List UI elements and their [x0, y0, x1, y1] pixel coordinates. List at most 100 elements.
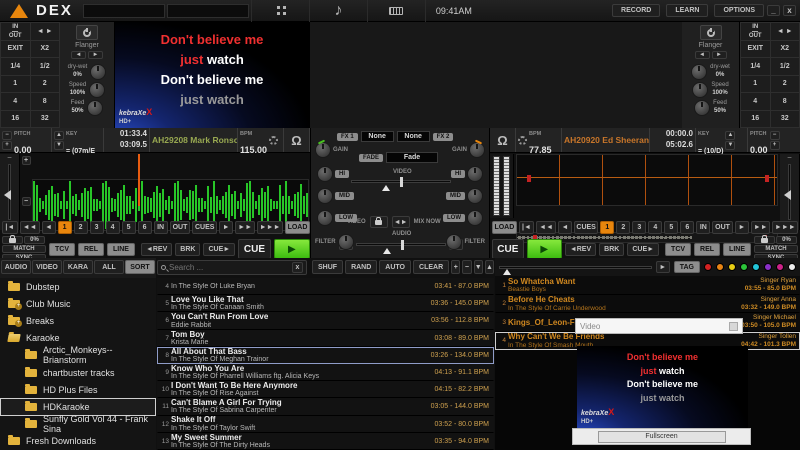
- loop-x2-button[interactable]: X2: [771, 41, 800, 58]
- deck-b-mid-knob[interactable]: MID: [446, 188, 483, 204]
- loop-in-out-button[interactable]: INOUT: [741, 23, 770, 40]
- tag-color-white[interactable]: [788, 263, 796, 271]
- key-up-button[interactable]: ▲: [54, 131, 64, 140]
- cue-play-button[interactable]: CUE►: [627, 243, 659, 256]
- line-button[interactable]: LINE: [723, 243, 751, 256]
- loop-4-button[interactable]: 4: [1, 93, 30, 110]
- cue-2-button[interactable]: 2: [74, 221, 88, 234]
- rewind-button[interactable]: ◄◄: [536, 221, 556, 234]
- minimize-button[interactable]: _: [767, 5, 780, 16]
- deck-layout-icon[interactable]: [251, 0, 309, 22]
- brake-button[interactable]: BRK: [175, 243, 200, 256]
- clear-search-button[interactable]: x: [292, 262, 303, 273]
- folder-item[interactable]: HD Plus Files: [0, 381, 156, 398]
- tab-video[interactable]: VIDEO: [32, 260, 62, 274]
- move-down-button[interactable]: ▼: [474, 260, 483, 274]
- step-fwd-button[interactable]: ►: [735, 221, 749, 234]
- reverse-button[interactable]: ◄REV: [141, 243, 172, 256]
- cue-out-button[interactable]: OUT: [170, 221, 191, 234]
- cue-in-button[interactable]: IN: [696, 221, 710, 234]
- tcv-button[interactable]: TCV: [49, 243, 75, 256]
- fast-fwd-button[interactable]: ►►: [751, 221, 771, 234]
- keylock-button[interactable]: [754, 236, 775, 244]
- tag-color-red[interactable]: [704, 263, 712, 271]
- fx2-selected[interactable]: None: [397, 131, 430, 142]
- tab-kara[interactable]: KARA: [63, 260, 93, 274]
- keylock-button[interactable]: [2, 236, 23, 244]
- cue-2-button[interactable]: 2: [616, 221, 630, 234]
- fullscreen-button[interactable]: Fullscreen: [598, 431, 726, 443]
- keyboard-icon[interactable]: [367, 0, 425, 22]
- video-crossfader[interactable]: [351, 180, 451, 183]
- folder-item[interactable]: Fresh Downloads: [0, 433, 156, 450]
- table-row[interactable]: 4 In The Style Of Luke Bryan 03:41 - 87.…: [157, 278, 494, 295]
- tab-audio[interactable]: AUDIO: [1, 260, 31, 274]
- tag-color-orange[interactable]: [716, 263, 724, 271]
- cues-button[interactable]: CUES: [192, 221, 217, 234]
- loop-8-button[interactable]: 8: [771, 93, 800, 110]
- queue-slider[interactable]: [499, 266, 652, 269]
- add-track-button[interactable]: +: [451, 260, 460, 274]
- zoom-out-button[interactable]: −: [22, 197, 31, 206]
- pitch-minus-button[interactable]: −: [770, 131, 780, 140]
- cue-1-button[interactable]: 1: [58, 221, 72, 234]
- feed-knob[interactable]: [87, 100, 103, 116]
- fx2-button[interactable]: FX 2: [433, 133, 454, 141]
- fast-fwd-button[interactable]: ►►: [235, 221, 255, 234]
- deck-a-headphone-cue[interactable]: Ω: [284, 128, 310, 152]
- cue-3-button[interactable]: 3: [90, 221, 104, 234]
- tag-color-yellow[interactable]: [728, 263, 736, 271]
- load-button[interactable]: LOAD: [285, 221, 310, 234]
- video-swap-button[interactable]: ◄►: [392, 216, 410, 228]
- queue-play-button[interactable]: ►: [656, 261, 670, 273]
- rewind-button[interactable]: ◄◄: [20, 221, 40, 234]
- tag-color-cyan[interactable]: [752, 263, 760, 271]
- skip-end-button[interactable]: ►►►: [772, 221, 798, 234]
- loop-32-button[interactable]: 32: [771, 111, 800, 128]
- clear-button[interactable]: CLEAR: [413, 260, 449, 274]
- loop-half-button[interactable]: 1/2: [31, 58, 60, 75]
- cue-4-button[interactable]: 4: [648, 221, 662, 234]
- table-row[interactable]: 11 Can't Blame A Girl For Trying In The …: [157, 398, 494, 415]
- fx-power-button[interactable]: [700, 25, 722, 40]
- loop-1-button[interactable]: 1: [1, 76, 30, 93]
- tab-all[interactable]: ALL: [94, 260, 124, 274]
- tag-color-green[interactable]: [740, 263, 748, 271]
- table-row[interactable]: 13 My Sweet Summer In The Style Of The D…: [157, 433, 494, 450]
- loop-32-button[interactable]: 32: [31, 111, 60, 128]
- table-row[interactable]: 8 All About That Bass In The Style Of Me…: [157, 347, 494, 364]
- tag-color-magenta[interactable]: [776, 263, 784, 271]
- folder-item[interactable]: Club Music: [0, 295, 156, 312]
- loop-in-out-button[interactable]: INOUT: [1, 23, 30, 40]
- skip-end-button[interactable]: ►►►: [257, 221, 283, 234]
- loop-2-button[interactable]: 2: [31, 76, 60, 93]
- cue-play-button[interactable]: CUE►: [203, 243, 235, 256]
- tcv-button[interactable]: TCV: [665, 243, 691, 256]
- drywet-knob[interactable]: [90, 64, 106, 80]
- cue-out-button[interactable]: OUT: [712, 221, 732, 234]
- feed-knob[interactable]: [694, 100, 710, 116]
- fx-prev-button[interactable]: ◄: [71, 51, 86, 59]
- learn-button[interactable]: LEARN: [666, 4, 708, 17]
- folder-item[interactable]: Breaks: [0, 312, 156, 329]
- deck-b-hi-knob[interactable]: HI: [451, 166, 483, 182]
- table-row[interactable]: 9 Know Who You Are In The Style Of Pharr…: [157, 364, 494, 381]
- cue-5-button[interactable]: 5: [122, 221, 136, 234]
- folder-item[interactable]: Karaoke: [0, 330, 156, 347]
- fade-button[interactable]: FADE: [359, 154, 383, 162]
- deck-a-hi-knob[interactable]: HI: [317, 166, 349, 182]
- folder-item[interactable]: Dubstep: [0, 278, 156, 295]
- loop-move-buttons[interactable]: ◄ ►: [31, 23, 60, 40]
- cue-6-button[interactable]: 6: [680, 221, 694, 234]
- loop-exit-button[interactable]: EXIT: [741, 41, 770, 58]
- drywet-knob[interactable]: [691, 64, 707, 80]
- deck-a-gain[interactable]: GAIN: [315, 142, 348, 158]
- load-button[interactable]: LOAD: [492, 221, 517, 234]
- loop-exit-button[interactable]: EXIT: [1, 41, 30, 58]
- audio-crossfader[interactable]: [356, 243, 446, 246]
- step-fwd-button[interactable]: ►: [219, 221, 233, 234]
- table-row[interactable]: 10 I Don't Want To Be Here Anymore In Th…: [157, 381, 494, 398]
- step-back-button[interactable]: ◄: [558, 221, 572, 234]
- loop-1-button[interactable]: 1: [741, 76, 770, 93]
- cue-button[interactable]: CUE: [238, 239, 271, 259]
